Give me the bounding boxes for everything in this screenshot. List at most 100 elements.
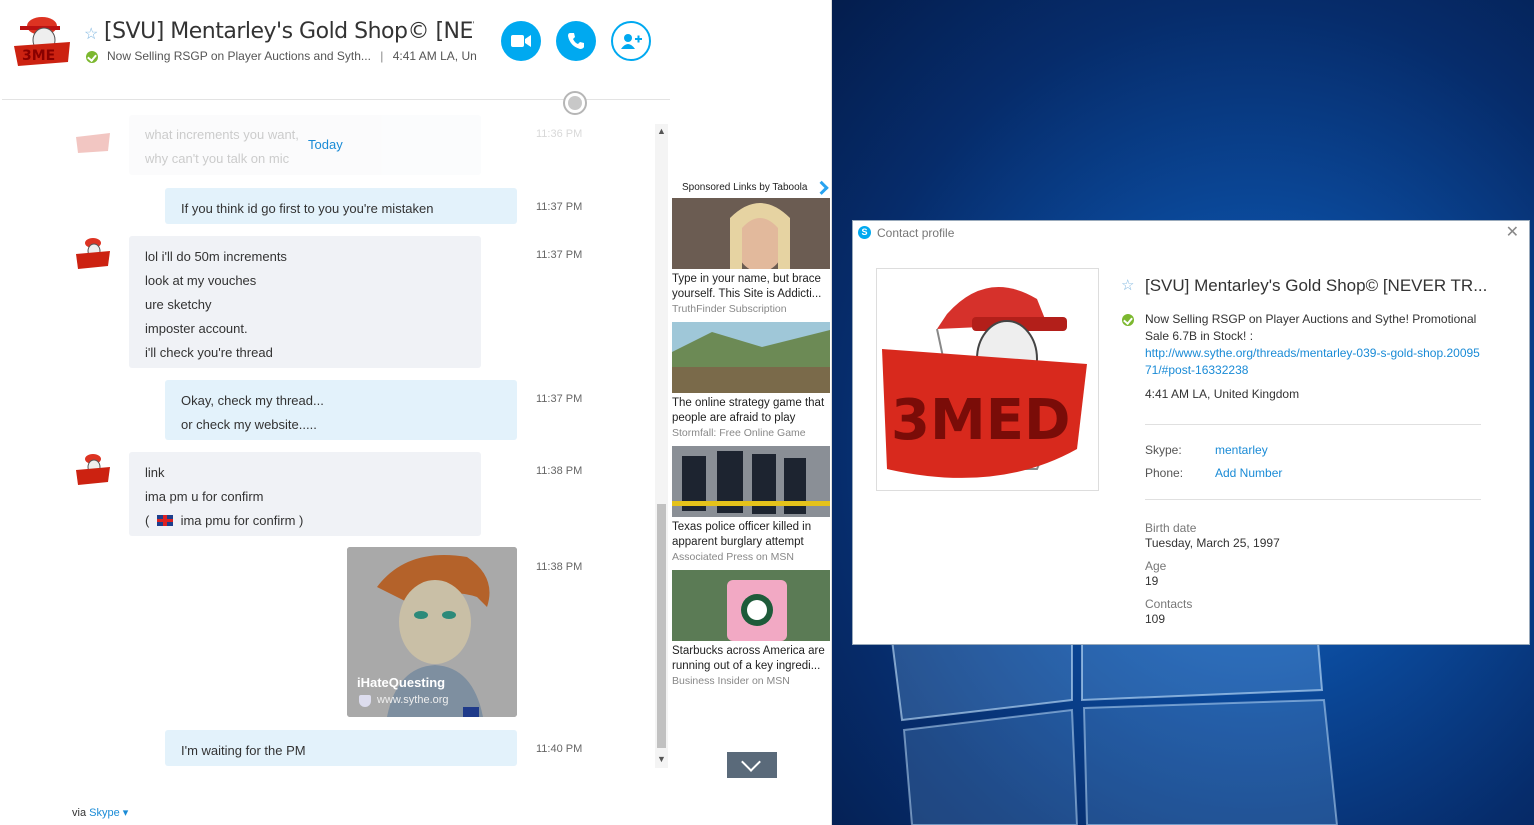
message-bubble-outgoing: If you think id go first to you you're m… [165,188,517,224]
via-label: via [72,807,87,819]
ad-title: The online strategy game that people are… [672,397,825,424]
message-text: look at my vouches [145,273,257,288]
message-text-with-flag: ( ima pmu for confirm ) [145,509,465,533]
skype-window: 3ME ☆ [SVU] Mentarley's Gold Shop© [NEVE… [0,0,832,825]
sender-avatar [76,133,110,153]
message-time: 11:37 PM [536,201,583,213]
message-list: what increments you want, why can't you … [2,115,652,770]
link-preview-card[interactable]: iHateQuesting www.sythe.org [347,547,517,717]
message-time: 11:36 PM [536,128,583,140]
birth-date-value: Tuesday, March 25, 1997 [1145,536,1280,550]
message-text: If you think id go first to you you're m… [181,201,434,216]
preview-url[interactable]: www.sythe.org [377,694,449,706]
scrollbar-thumb[interactable] [657,504,666,748]
message-bubble-incoming: what increments you want, why can't you … [129,115,481,175]
divider [1145,424,1481,425]
profile-avatar-image: 3MED [877,269,1098,490]
ad-image [672,198,830,272]
message-text: what increments you want, [145,127,299,142]
ad-item[interactable]: Texas police officer killed in apparent … [672,446,832,570]
profile-location: 4:41 AM LA, United Kingdom [1145,387,1300,401]
ad-image [672,322,830,393]
via-skype-dropdown[interactable]: Skype ▾ [89,807,128,819]
add-person-icon [621,34,642,49]
profile-mood: Now Selling RSGP on Player Auctions and … [1145,312,1477,343]
contact-avatar[interactable]: 3ME [12,12,74,70]
message-scrollbar[interactable]: ▲ ▼ [655,124,668,768]
sender-avatar[interactable] [74,236,112,272]
message-bubble-incoming: link ima pm u for confirm ( ima pmu for … [129,452,481,536]
contacts-label: Contacts [1145,597,1193,611]
audio-call-icon [568,33,584,49]
message-bubble-outgoing: Okay, check my thread... or check my web… [165,380,517,440]
preview-title: iHateQuesting [357,675,446,690]
message-text: i'll check you're thread [145,345,273,360]
preview-badge [463,707,479,717]
link-preview-image [347,547,517,717]
ads-header-text: Sponsored Links by Taboola [682,182,808,193]
header-separator: | [380,49,384,63]
globe-icon[interactable] [563,91,587,115]
close-icon[interactable]: ✕ [1506,221,1519,245]
online-status-icon [1122,314,1134,326]
location-time: 4:41 AM LA, Uni... [392,49,477,63]
phone-label: Phone: [1145,466,1184,480]
profile-link[interactable]: http://www.sythe.org/threads/mentarley-0… [1145,345,1485,379]
age-value: 19 [1145,574,1159,588]
online-status-icon [86,51,98,63]
ads-header[interactable]: Sponsored Links by Taboola [672,178,832,198]
message-time: 11:38 PM [536,561,583,573]
message-text: link [145,465,165,480]
message-bubble-incoming: lol i'll do 50m increments look at my vo… [129,236,481,368]
ad-source: Associated Press on MSN [672,551,794,563]
message-text: I'm waiting for the PM [181,743,306,758]
profile-photo: 3MED [876,268,1099,491]
message-bubble-outgoing: I'm waiting for the PM [165,730,517,766]
ad-item[interactable]: Type in your name, but brace yourself. T… [672,198,832,322]
ad-title: Texas police officer killed in apparent … [672,521,812,548]
birth-date-label: Birth date [1145,521,1197,535]
uk-flag-icon [156,515,173,526]
skype-name-value[interactable]: mentarley [1215,443,1268,457]
favorite-star-icon[interactable]: ☆ [1121,276,1134,294]
sender-avatar[interactable] [74,452,112,488]
taboola-icon [815,180,830,195]
scroll-down-icon[interactable]: ▼ [657,754,666,764]
chat-mood: Now Selling RSGP on Player Auctions and … [107,49,477,63]
message-time: 11:37 PM [536,393,583,405]
via-skype: via Skype ▾ [72,806,128,819]
profile-name: [SVU] Mentarley's Gold Shop© [NEVER TR..… [1145,276,1488,295]
ad-source: TruthFinder Subscription [672,303,787,315]
message-text: lol i'll do 50m increments [145,249,287,264]
skype-logo-icon: S [858,226,871,239]
scroll-up-icon[interactable]: ▲ [657,126,666,136]
ad-source: Stormfall: Free Online Game [672,427,806,439]
svg-text:3MED: 3MED [891,388,1070,453]
message-text: or check my website..... [181,417,317,432]
video-call-button[interactable] [501,21,541,61]
message-text: ( [145,513,153,528]
dialog-title: Contact profile [877,226,955,240]
ad-item[interactable]: Starbucks across America are running out… [672,570,832,694]
video-call-icon [511,35,531,47]
chat-header: 3ME ☆ [SVU] Mentarley's Gold Shop© [NEVE… [2,0,670,100]
audio-call-button[interactable] [556,21,596,61]
ad-image [672,570,830,641]
message-text: imposter account. [145,321,248,336]
add-people-button[interactable] [611,21,651,61]
date-divider-today: Today [308,137,343,152]
message-time: 11:38 PM [536,465,583,477]
favorite-star-icon[interactable]: ☆ [84,24,98,44]
ad-title: Type in your name, but brace yourself. T… [672,273,822,300]
dialog-titlebar: S Contact profile ✕ [853,221,1529,245]
ad-image [672,446,830,517]
contacts-value: 109 [1145,612,1166,626]
mood-text: Now Selling RSGP on Player Auctions and … [107,49,371,63]
message-time: 11:37 PM [536,249,583,261]
chat-title: [SVU] Mentarley's Gold Shop© [NEVE... [104,19,474,44]
ad-item[interactable]: The online strategy game that people are… [672,322,832,446]
site-shield-icon [359,695,371,707]
add-number-link[interactable]: Add Number [1215,466,1282,480]
message-text: ima pm u for confirm [145,489,264,504]
chevron-down-icon[interactable] [727,752,777,778]
